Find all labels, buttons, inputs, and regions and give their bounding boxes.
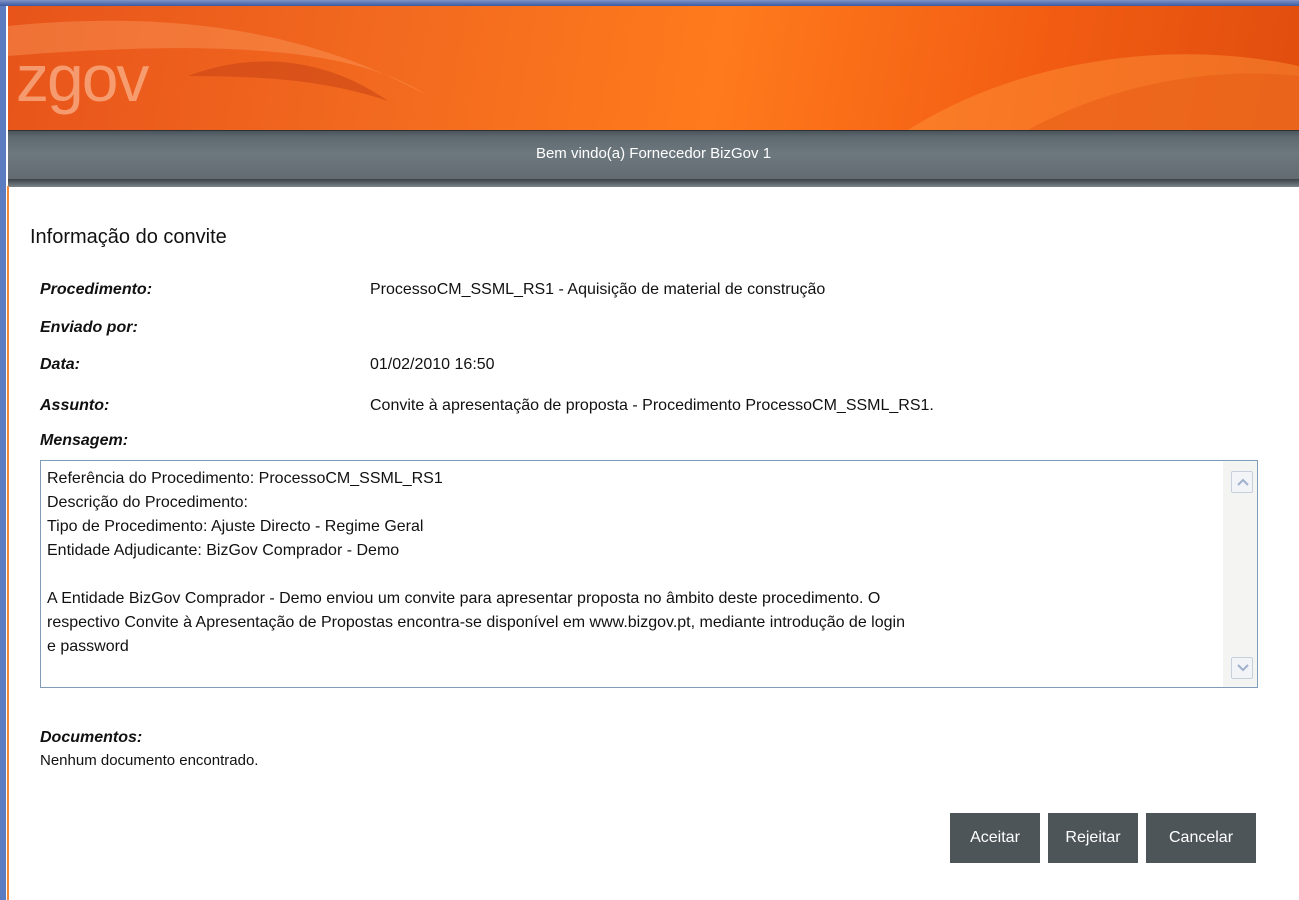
- reject-button[interactable]: Rejeitar: [1048, 813, 1138, 863]
- documents-label: Documentos:: [40, 729, 143, 746]
- sent-by-label: Enviado por:: [40, 319, 138, 336]
- procedure-value: ProcessoCM_SSML_RS1 - Aquisição de mater…: [370, 281, 826, 298]
- page-title: Informação do convite: [30, 226, 227, 248]
- window-left-edge: [0, 6, 6, 900]
- message-line: Entidade Adjudicante: BizGov Comprador -…: [47, 542, 400, 559]
- message-line: Referência do Procedimento: ProcessoCM_S…: [47, 470, 443, 487]
- welcome-bar-stripe: [8, 179, 1299, 187]
- accept-button[interactable]: Aceitar: [950, 813, 1040, 863]
- message-line: Tipo de Procedimento: Ajuste Directo - R…: [47, 518, 424, 535]
- subject-label: Assunto:: [40, 397, 110, 414]
- documents-empty-message: Nenhum documento encontrado.: [40, 752, 259, 769]
- subject-value: Convite à apresentação de proposta - Pro…: [370, 397, 934, 414]
- message-label: Mensagem:: [40, 432, 129, 449]
- cancel-button[interactable]: Cancelar: [1146, 813, 1256, 863]
- banner-swoosh-graphic: [8, 20, 1299, 130]
- message-line: e password: [47, 638, 129, 655]
- scroll-down-button[interactable]: [1231, 657, 1253, 679]
- scroll-up-button[interactable]: [1231, 471, 1253, 493]
- welcome-message: Bem vindo(a) Fornecedor BizGov 1: [535, 145, 772, 162]
- message-line: [47, 563, 1222, 587]
- message-textarea[interactable]: Referência do Procedimento: ProcessoCM_S…: [40, 460, 1258, 688]
- content-left-border: [7, 186, 9, 900]
- welcome-bar: Bem vindo(a) Fornecedor BizGov 1: [8, 130, 1299, 187]
- header-banner: zgov: [8, 6, 1299, 130]
- bizgov-logo: zgov: [16, 41, 149, 115]
- date-label: Data:: [40, 356, 81, 373]
- message-line: Descrição do Procedimento:: [47, 494, 248, 511]
- chevron-up-icon: [1237, 478, 1249, 486]
- message-content: Referência do Procedimento: ProcessoCM_S…: [47, 467, 1222, 659]
- message-line: respectivo Convite à Apresentação de Pro…: [47, 614, 905, 631]
- chevron-down-icon: [1237, 664, 1249, 672]
- procedure-label: Procedimento:: [40, 281, 153, 298]
- message-line: A Entidade BizGov Comprador - Demo envio…: [47, 590, 881, 607]
- date-value: 01/02/2010 16:50: [370, 356, 495, 373]
- message-scrollbar[interactable]: [1223, 461, 1257, 687]
